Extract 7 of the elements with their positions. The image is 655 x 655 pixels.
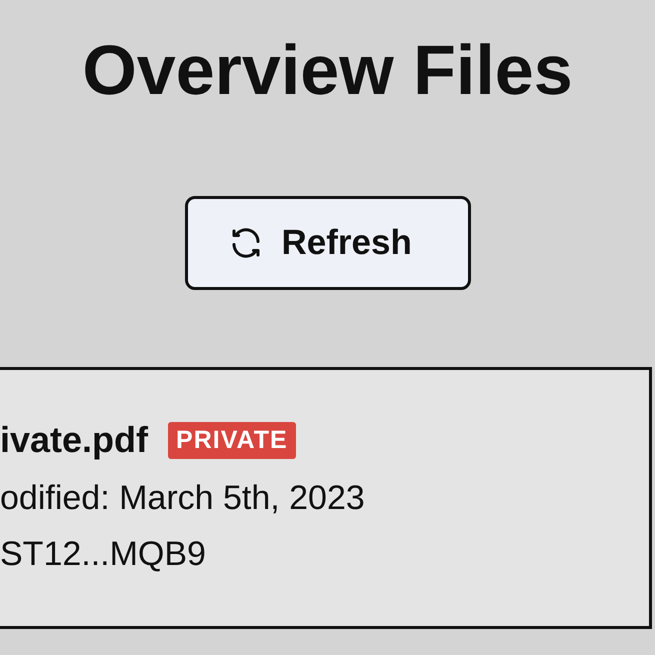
modified-date: odified: March 5th, 2023 <box>0 478 366 518</box>
private-badge: PRIVATE <box>168 422 296 458</box>
file-name: ivate.pdf <box>0 418 148 462</box>
page-title: Overview Files <box>81 30 574 110</box>
refresh-button[interactable]: Refresh <box>184 196 470 290</box>
file-id: ST12...MQB9 <box>0 534 207 574</box>
file-card[interactable]: ivate.pdf PRIVATE odified: March 5th, 2023 ST12...MQB9 <box>0 367 652 629</box>
